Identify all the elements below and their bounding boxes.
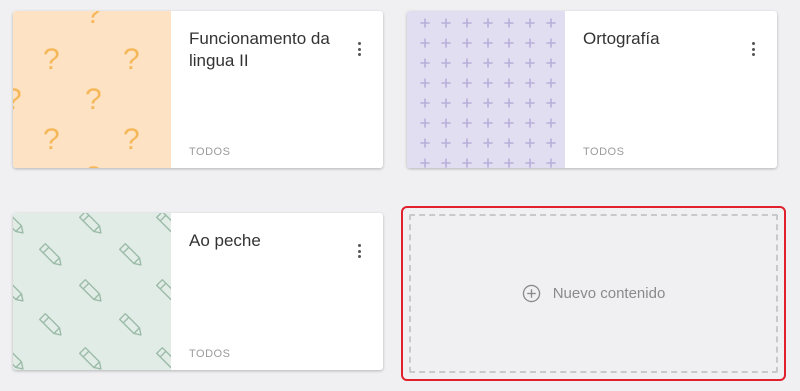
card-thumbnail: [407, 11, 565, 168]
more-vert-icon[interactable]: [351, 42, 367, 56]
svg-text:?: ?: [43, 123, 60, 156]
menu-dot: [357, 249, 361, 253]
plus-pattern-icon: [407, 11, 565, 168]
card-thumbnail: [13, 213, 171, 370]
card-title[interactable]: Ortografía: [583, 28, 733, 50]
menu-dot: [357, 244, 361, 247]
card-title[interactable]: Ao peche: [189, 230, 339, 252]
question-mark-pattern-icon: ? ? ? ? ? ? ? ?: [13, 11, 171, 168]
new-content-dropzone[interactable]: Nuevo contenido: [409, 214, 778, 373]
card-tag: TODOS: [583, 146, 625, 158]
svg-text:?: ?: [85, 11, 102, 30]
plus-circle-icon: [522, 284, 540, 303]
svg-text:?: ?: [123, 43, 140, 76]
svg-text:?: ?: [43, 43, 60, 76]
svg-text:?: ?: [85, 161, 102, 168]
card-thumbnail: ? ? ? ? ? ? ? ?: [13, 11, 171, 168]
menu-dot: [357, 255, 361, 258]
svg-text:?: ?: [13, 83, 22, 116]
menu-dot: [357, 47, 361, 51]
content-card[interactable]: ? ? ? ? ? ? ? ? Funcionamento da lingua …: [13, 11, 383, 168]
pencil-pattern-icon: [13, 213, 171, 370]
menu-dot: [751, 42, 755, 45]
content-card[interactable]: Ao peche TODOS: [13, 213, 383, 370]
content-card[interactable]: Ortografía TODOS: [407, 11, 777, 168]
new-content-label: Nuevo contenido: [552, 285, 666, 302]
menu-dot: [357, 42, 361, 45]
new-content-button[interactable]: Nuevo contenido: [401, 206, 786, 381]
svg-text:?: ?: [85, 83, 102, 116]
card-tag: TODOS: [189, 146, 231, 158]
card-title[interactable]: Funcionamento da lingua II: [189, 28, 339, 72]
menu-dot: [751, 53, 755, 56]
card-tag: TODOS: [189, 348, 231, 360]
menu-dot: [357, 53, 361, 56]
menu-dot: [751, 47, 755, 51]
content-grid: ? ? ? ? ? ? ? ? Funcionamento da lingua …: [0, 0, 800, 391]
svg-text:?: ?: [123, 123, 140, 156]
more-vert-icon[interactable]: [745, 42, 761, 56]
more-vert-icon[interactable]: [351, 244, 367, 258]
